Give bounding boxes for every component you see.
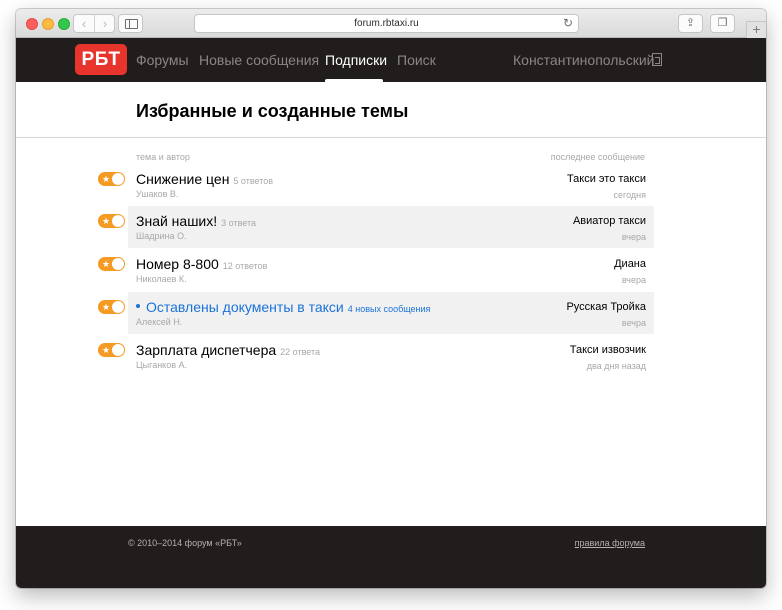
- topic-title-line: Снижение цен 5 ответов: [136, 171, 273, 189]
- last-message-time: сегодня: [613, 190, 647, 200]
- address-bar[interactable]: forum.rbtaxi.ru ↻: [194, 14, 579, 33]
- site-header: РБТ Форумы Новые сообщения Подписки Поис…: [16, 38, 766, 82]
- topic-title[interactable]: Знай наших!: [136, 213, 217, 229]
- close-window-icon[interactable]: [26, 18, 38, 30]
- toggle-knob: [112, 215, 124, 227]
- user-name[interactable]: Константинопольский: [513, 38, 654, 82]
- topic-row[interactable]: ★ Оставлены документы в такси 4 новых соо…: [98, 292, 654, 334]
- favorite-toggle[interactable]: ★: [98, 343, 125, 357]
- plus-icon: +: [752, 21, 761, 37]
- toggle-knob: [112, 258, 124, 270]
- topic-author[interactable]: Алексей Н.: [136, 317, 182, 327]
- logout-icon[interactable]: [652, 53, 662, 66]
- toggle-knob: [112, 344, 124, 356]
- star-icon: ★: [102, 345, 111, 355]
- tabs-button[interactable]: ❐: [710, 14, 735, 33]
- topic-author[interactable]: Шадрина О.: [136, 231, 187, 241]
- share-icon: ⇪: [685, 17, 696, 29]
- browser-toolbar: ‹ › forum.rbtaxi.ru ↻ ⇪ ❐ +: [16, 9, 766, 38]
- topic-title-line: Зарплата диспетчера 22 ответа: [136, 342, 320, 360]
- sidebar-icon: [125, 19, 138, 29]
- nav-forums[interactable]: Форумы: [136, 38, 189, 82]
- share-button[interactable]: ⇪: [678, 14, 703, 33]
- minimize-window-icon[interactable]: [42, 18, 54, 30]
- reply-count: 5 ответов: [233, 176, 274, 186]
- maximize-window-icon[interactable]: [58, 18, 70, 30]
- new-tab-button[interactable]: +: [746, 21, 766, 38]
- divider: [16, 137, 766, 138]
- topic-row[interactable]: ★ Снижение цен 5 ответов Ушаков В. Такси …: [98, 164, 654, 206]
- active-nav-indicator: [325, 79, 383, 82]
- last-message-author[interactable]: Авиатор такси: [573, 215, 646, 227]
- toggle-knob: [112, 173, 124, 185]
- topic-author[interactable]: Николаев К.: [136, 274, 187, 284]
- topic-author[interactable]: Ушаков В.: [136, 189, 178, 199]
- topic-title[interactable]: Зарплата диспетчера: [136, 342, 276, 358]
- favorite-toggle[interactable]: ★: [98, 214, 125, 228]
- copyright: © 2010–2014 форум «РБТ»: [128, 538, 242, 548]
- browser-window: ‹ › forum.rbtaxi.ru ↻ ⇪ ❐ + РБТ Форумы Н…: [16, 9, 766, 588]
- star-icon: ★: [102, 259, 111, 269]
- sidebar-button[interactable]: [118, 14, 143, 33]
- site-logo[interactable]: РБТ: [75, 44, 127, 75]
- topic-row[interactable]: ★ Номер 8-800 12 ответов Николаев К. Диан…: [98, 249, 654, 291]
- last-message-author[interactable]: Такси это такси: [567, 173, 646, 185]
- page-title: Избранные и созданные темы: [136, 101, 409, 121]
- topic-title-line: Знай наших! 3 ответа: [136, 213, 256, 231]
- last-message-time: вечра: [621, 318, 646, 328]
- url-text: forum.rbtaxi.ru: [354, 18, 419, 29]
- reload-icon[interactable]: ↻: [563, 15, 573, 32]
- last-message-time: два дня назад: [586, 361, 646, 371]
- new-messages-count[interactable]: 4 новых сообщения: [348, 304, 431, 314]
- nav-new-messages[interactable]: Новые сообщения: [199, 38, 319, 82]
- favorite-toggle[interactable]: ★: [98, 300, 125, 314]
- star-icon: ★: [102, 302, 111, 312]
- chevron-left-icon[interactable]: ‹: [74, 15, 94, 32]
- chevron-right-icon[interactable]: ›: [95, 15, 115, 32]
- last-message-author[interactable]: Такси извозчик: [570, 344, 646, 356]
- nav-subscriptions[interactable]: Подписки: [325, 38, 387, 82]
- reply-count: 12 ответов: [222, 261, 268, 271]
- forum-rules-link[interactable]: правила форума: [575, 538, 645, 548]
- last-message-time: вчера: [621, 275, 646, 285]
- topic-title[interactable]: Оставлены документы в такси: [146, 299, 344, 315]
- topic-author[interactable]: Цыганков А.: [136, 360, 187, 370]
- unread-dot-icon: [136, 303, 140, 308]
- toggle-knob: [112, 301, 124, 313]
- reply-count: 3 ответа: [221, 218, 257, 228]
- last-message-author[interactable]: Диана: [614, 258, 646, 270]
- topic-title-line: Оставлены документы в такси 4 новых сообщ…: [136, 299, 430, 317]
- last-message-author[interactable]: Русская Тройка: [566, 301, 646, 313]
- topic-row[interactable]: ★ Зарплата диспетчера 22 ответа Цыганков …: [98, 335, 654, 377]
- reply-count: 22 ответа: [280, 347, 321, 357]
- star-icon: ★: [102, 174, 111, 184]
- column-header-topic: тема и автор: [136, 152, 190, 162]
- topic-title[interactable]: Снижение цен: [136, 171, 229, 187]
- topic-row[interactable]: ★ Знай наших! 3 ответа Шадрина О. Авиатор…: [98, 206, 654, 248]
- column-header-last-message: последнее сообщение: [550, 152, 645, 162]
- history-buttons: ‹ ›: [73, 14, 115, 33]
- nav-search[interactable]: Поиск: [397, 38, 436, 82]
- tabs-icon: ❐: [717, 17, 728, 29]
- topic-title-line: Номер 8-800 12 ответов: [136, 256, 267, 274]
- topic-title[interactable]: Номер 8-800: [136, 256, 219, 272]
- favorite-toggle[interactable]: ★: [98, 257, 125, 271]
- favorite-toggle[interactable]: ★: [98, 172, 125, 186]
- last-message-time: вчера: [621, 232, 646, 242]
- site-footer: © 2010–2014 форум «РБТ» правила форума: [16, 526, 766, 588]
- star-icon: ★: [102, 216, 111, 226]
